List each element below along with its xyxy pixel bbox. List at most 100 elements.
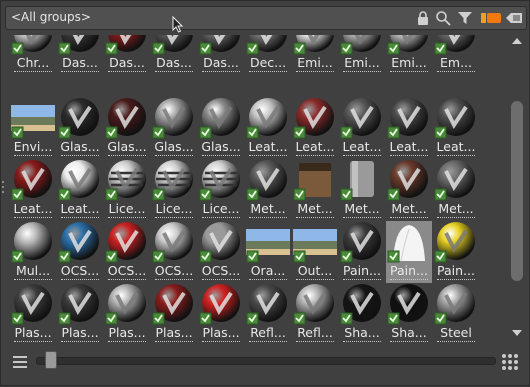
view-toggle-icon[interactable] <box>480 10 502 26</box>
label-underline <box>437 71 475 72</box>
scroll-up-arrow-icon[interactable] <box>510 35 524 47</box>
material-label: Leat... <box>389 139 429 154</box>
group-dropdown[interactable]: <All groups> <box>6 7 411 29</box>
scroll-down-arrow-icon[interactable] <box>510 327 524 339</box>
material-preview-icon <box>246 98 287 139</box>
material-label: Lice... <box>155 201 193 216</box>
material-item[interactable]: OCS... <box>198 221 244 283</box>
thumbnail-size-slider[interactable] <box>36 357 496 365</box>
label-underline <box>249 279 287 280</box>
label-underline <box>390 217 428 218</box>
lock-icon[interactable] <box>415 10 431 26</box>
material-item[interactable]: Em... <box>433 35 479 75</box>
material-item[interactable]: Lice... <box>198 159 244 221</box>
material-item[interactable]: Plas... <box>151 283 197 342</box>
material-item[interactable]: Out... <box>292 221 338 283</box>
material-item[interactable]: Sha... <box>386 283 432 342</box>
search-icon[interactable] <box>435 10 451 26</box>
material-item[interactable]: Dec... <box>245 35 291 75</box>
material-label: Met... <box>297 201 333 216</box>
material-label: Pain... <box>437 263 475 278</box>
material-item[interactable]: Plas... <box>104 283 150 342</box>
material-item[interactable]: Met... <box>339 159 385 221</box>
material-item[interactable]: Met... <box>386 159 432 221</box>
material-item[interactable]: Envi... <box>10 97 56 159</box>
label-underline <box>437 155 475 156</box>
material-item[interactable]: Refl... <box>292 283 338 342</box>
material-item[interactable]: Chr... <box>10 35 56 75</box>
material-item[interactable]: Das... <box>57 35 103 75</box>
grid-view-icon[interactable] <box>501 353 519 371</box>
material-item[interactable]: Glas... <box>198 97 244 159</box>
material-item[interactable]: Mul... <box>10 221 56 283</box>
material-item[interactable]: Pain... <box>386 221 432 283</box>
material-item[interactable]: Leat... <box>245 97 291 159</box>
material-label: Leat... <box>13 201 53 216</box>
material-label: OCS... <box>201 263 241 278</box>
material-item[interactable]: Emi... <box>339 35 385 75</box>
material-item[interactable]: Plas... <box>198 283 244 342</box>
label-underline <box>108 217 146 218</box>
material-item[interactable]: Ora... <box>245 221 291 283</box>
filter-icon[interactable] <box>457 10 473 26</box>
material-preview-icon <box>58 98 99 139</box>
material-item[interactable]: Glas... <box>57 97 103 159</box>
material-item[interactable]: Lice... <box>104 159 150 221</box>
material-item[interactable]: Steel <box>433 283 479 342</box>
label-underline <box>249 217 287 218</box>
material-label: Emi... <box>391 55 427 70</box>
material-item[interactable]: OCS... <box>57 221 103 283</box>
material-item[interactable]: OCS... <box>104 221 150 283</box>
material-item[interactable]: Leat... <box>57 159 103 221</box>
material-item[interactable]: Lice... <box>151 159 197 221</box>
material-item[interactable]: Met... <box>245 159 291 221</box>
material-label: Refl... <box>250 325 286 340</box>
material-label: Pain... <box>390 263 428 278</box>
label-underline <box>343 217 381 218</box>
material-label: Sha... <box>344 325 380 340</box>
material-item[interactable]: Das... <box>151 35 197 75</box>
material-preview-icon <box>105 222 146 263</box>
material-item[interactable]: Emi... <box>292 35 338 75</box>
material-preview-icon <box>340 284 381 325</box>
material-item[interactable]: Plas... <box>10 283 56 342</box>
label-underline <box>296 71 334 72</box>
label-underline <box>14 341 52 342</box>
resize-grip[interactable] <box>2 181 5 195</box>
material-label: Glas... <box>201 139 241 154</box>
slider-handle[interactable] <box>45 351 57 369</box>
material-item[interactable]: Leat... <box>292 97 338 159</box>
material-item[interactable]: Met... <box>433 159 479 221</box>
material-item[interactable]: Leat... <box>433 97 479 159</box>
material-item[interactable]: Das... <box>104 35 150 75</box>
material-preview-icon <box>152 98 193 139</box>
material-item[interactable]: Glas... <box>151 97 197 159</box>
material-item[interactable]: Met... <box>292 159 338 221</box>
material-preview-icon <box>246 229 290 263</box>
material-item[interactable]: Leat... <box>339 97 385 159</box>
material-item[interactable]: Leat... <box>386 97 432 159</box>
material-item[interactable]: Pain... <box>339 221 385 283</box>
material-label: Pain... <box>343 263 381 278</box>
material-item[interactable]: Leat... <box>10 159 56 221</box>
material-preview-icon <box>199 35 240 55</box>
material-item[interactable]: Pain... <box>433 221 479 283</box>
label-underline <box>437 217 475 218</box>
material-item[interactable]: Das... <box>198 35 244 75</box>
material-label: Envi... <box>13 139 53 154</box>
material-item[interactable]: Refl... <box>245 283 291 342</box>
material-preview-icon <box>105 98 146 139</box>
material-label: Chr... <box>16 55 50 70</box>
scrollbar-thumb[interactable] <box>511 101 523 281</box>
material-item[interactable]: Sha... <box>339 283 385 342</box>
material-label: Plas... <box>14 325 52 340</box>
material-item[interactable]: OCS... <box>151 221 197 283</box>
material-item[interactable]: Emi... <box>386 35 432 75</box>
material-preview-icon <box>58 160 99 201</box>
material-label: Emi... <box>297 55 333 70</box>
tag-icon[interactable] <box>505 10 523 26</box>
list-view-icon[interactable] <box>12 355 28 369</box>
material-item[interactable]: Plas... <box>57 283 103 342</box>
material-label: Emi... <box>344 55 380 70</box>
material-item[interactable]: Glas... <box>104 97 150 159</box>
